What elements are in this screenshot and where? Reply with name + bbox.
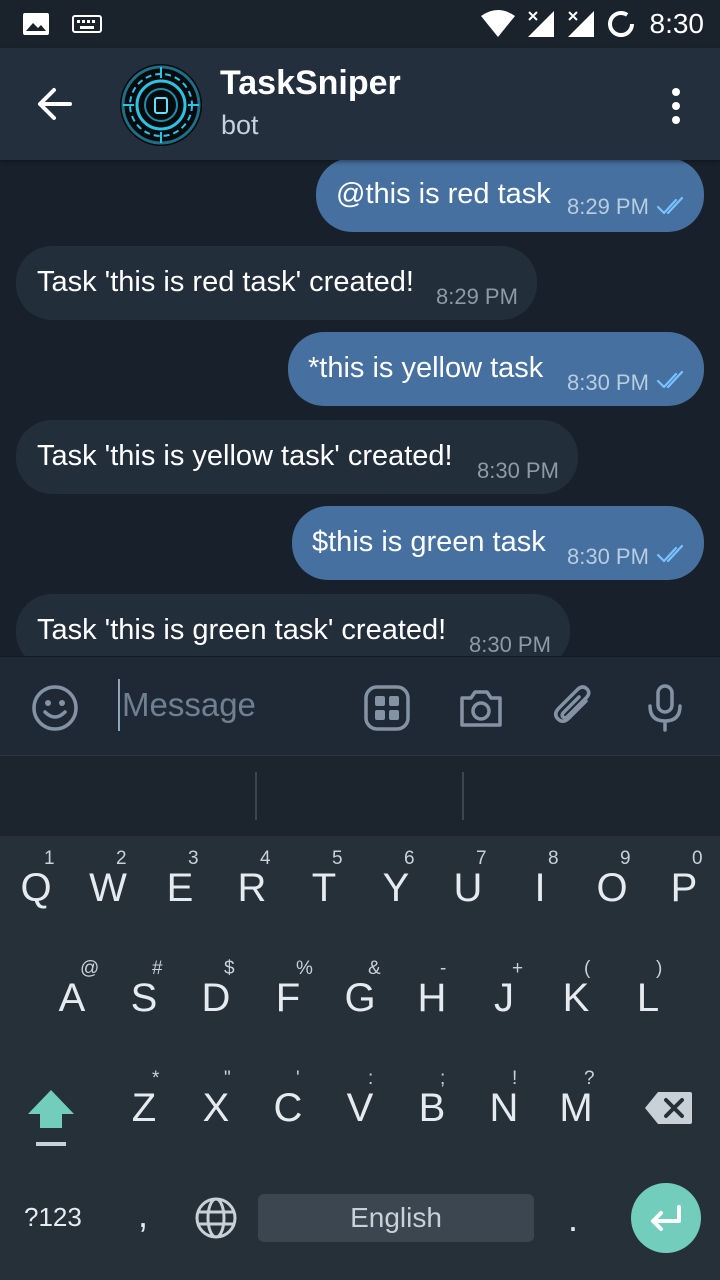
chat-header: TaskSniper bot [0,48,720,160]
message-input[interactable] [118,679,352,731]
sync-icon [607,11,634,37]
clock: 8:30 [649,8,705,39]
double-check-icon [656,370,684,389]
mic-icon[interactable] [640,683,690,733]
key-f[interactable]: F% [252,946,324,1046]
key-j[interactable]: J + [468,946,540,1046]
message-time: 8:30 PM [469,632,551,656]
globe-icon[interactable] [194,1196,238,1240]
back-arrow-icon[interactable] [30,84,80,124]
outgoing-message[interactable]: @this is red task 8:29 PM [316,160,704,232]
key-z[interactable]: Z * [108,1056,180,1156]
key-r[interactable]: R4 [216,836,288,936]
attach-icon[interactable] [550,683,600,733]
image-icon [23,13,49,35]
key-b[interactable]: B; [396,1056,468,1156]
double-check-icon [656,544,684,563]
suggestion-strip[interactable] [0,755,720,837]
backspace-icon[interactable] [644,1090,694,1126]
key-p[interactable]: P0 [648,836,720,936]
status-bar: 8:30 [0,0,720,48]
key-g[interactable]: G & [324,946,396,1046]
message-time: 8:29 PM [436,284,518,309]
emoji-icon[interactable] [30,683,80,733]
incoming-message[interactable]: Task 'this is red task' created! 8:29 PM [16,246,537,320]
key-h[interactable]: H- [396,946,468,1046]
key-u[interactable]: U7 [432,836,504,936]
enter-icon [651,1205,681,1231]
soft-keyboard: Q1 W2 E3 R4 T5 Y6 U7 I8 O9 P0 A @ S # D $ F… [0,836,720,1280]
outgoing-message[interactable]: *this is yellow task 8:30 PM [288,332,704,406]
symbols-key[interactable]: ?123 [24,1202,82,1233]
shift-icon[interactable] [24,1086,78,1150]
message-text: $this is green task [312,526,546,558]
key-c[interactable]: C ' [252,1056,324,1156]
key-a[interactable]: A @ [36,946,108,1046]
incoming-message[interactable]: Task 'this is yellow task' created! 8:30… [16,420,578,494]
message-text: Task 'this is yellow task' created! [37,440,453,472]
keyboard-icon [72,15,102,33]
key-q[interactable]: Q1 [0,836,72,936]
suggestion-divider [462,772,464,820]
wifi-icon [480,10,515,37]
signal-icon [567,11,594,37]
message-time: 8:29 PM [567,194,649,219]
more-vert-icon[interactable] [668,86,684,126]
key-w[interactable]: W2 [72,836,144,936]
key-y[interactable]: Y6 [360,836,432,936]
key-o[interactable]: O9 [576,836,648,936]
message-time: 8:30 PM [477,458,559,483]
key-k[interactable]: K( [540,946,612,1046]
comma-key[interactable]: , [138,1194,148,1236]
message-composer [0,656,720,755]
signal-icon [527,11,554,37]
outgoing-message[interactable]: $this is green task 8:30 PM [292,506,704,580]
message-time: 8:30 PM [567,544,649,569]
key-d[interactable]: D $ [180,946,252,1046]
camera-icon[interactable] [456,683,506,733]
message-text: @this is red task [336,178,551,210]
message-text: Task 'this is red task' created! [37,266,414,298]
message-time: 8:30 PM [567,370,649,395]
suggestion-divider [255,772,257,820]
bot-commands-icon[interactable] [362,683,412,733]
key-m[interactable]: M? [540,1056,612,1156]
message-list[interactable]: @this is red task 8:29 PM Task 'this is … [0,160,720,656]
key-s[interactable]: S # [108,946,180,1046]
message-text: Task 'this is green task' created! [37,614,447,646]
key-t[interactable]: T5 [288,836,360,936]
space-bar[interactable]: English [258,1194,534,1242]
key-i[interactable]: I8 [504,836,576,936]
key-n[interactable]: N! [468,1056,540,1156]
period-key[interactable]: . [568,1198,578,1240]
key-x[interactable]: X " [180,1056,252,1156]
double-check-icon [656,196,684,215]
key-l[interactable]: L) [612,946,684,1046]
chat-title: TaskSniper [220,64,401,102]
bot-avatar[interactable] [120,64,202,146]
message-text: *this is yellow task [308,352,544,384]
key-v[interactable]: V: [324,1056,396,1156]
enter-key[interactable] [631,1183,701,1253]
incoming-message[interactable]: Task 'this is green task' created! 8:30 … [16,594,570,656]
chat-subtitle: bot [221,110,259,140]
key-e[interactable]: E3 [144,836,216,936]
